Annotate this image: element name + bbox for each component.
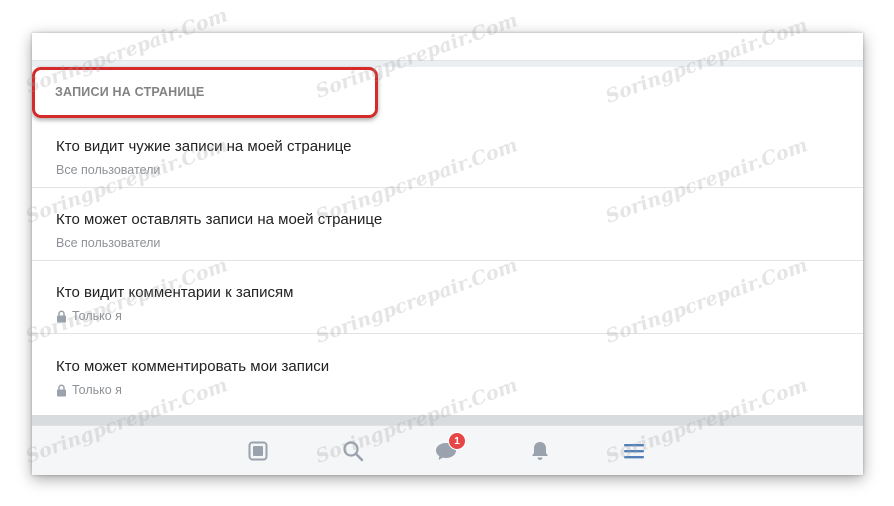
setting-value-text: Все пользователи [56,236,161,250]
setting-title: Кто может комментировать мои записи [56,358,330,375]
setting-row-who-can-post[interactable]: Кто может оставлять записи на моей стран… [32,195,863,268]
tab-messages[interactable]: 1 [426,432,466,468]
bell-icon [532,442,548,460]
tab-news[interactable] [238,434,278,468]
lock-icon [57,310,66,322]
tab-menu[interactable] [614,434,654,468]
section-separator [32,415,863,425]
lock-icon [57,384,66,396]
setting-row-who-sees-others-posts[interactable]: Кто видит чужие записи на моей странице … [32,122,863,195]
unread-badge: 1 [448,432,466,450]
setting-row-who-can-comment[interactable]: Кто может комментировать мои записи Толь… [32,342,863,415]
setting-value: Все пользователи [56,236,160,250]
setting-title: Кто видит чужие записи на моей странице [56,138,352,155]
section-header: ЗАПИСИ НА СТРАНИЦЕ [55,85,205,99]
setting-value-text: Только я [72,309,122,323]
setting-value-text: Только я [72,383,122,397]
tab-notifications[interactable] [520,434,560,468]
divider [32,333,863,334]
divider [32,187,863,188]
setting-value: Только я [56,383,122,397]
setting-value: Все пользователи [56,163,160,177]
previous-section-end [32,33,863,61]
search-icon [343,441,364,462]
setting-row-who-sees-comments[interactable]: Кто видит комментарии к записям Только я [32,268,863,341]
setting-value-text: Все пользователи [56,163,161,177]
settings-screen: ЗАПИСИ НА СТРАНИЦЕ Кто видит чужие запис… [32,33,863,475]
bottom-tab-bar: 1 [32,425,863,475]
menu-icon [624,444,644,459]
tab-search[interactable] [333,434,373,468]
setting-title: Кто может оставлять записи на моей стран… [56,211,383,228]
news-icon [248,441,268,461]
setting-title: Кто видит комментарии к записям [56,284,294,301]
divider [32,260,863,261]
setting-value: Только я [56,309,122,323]
